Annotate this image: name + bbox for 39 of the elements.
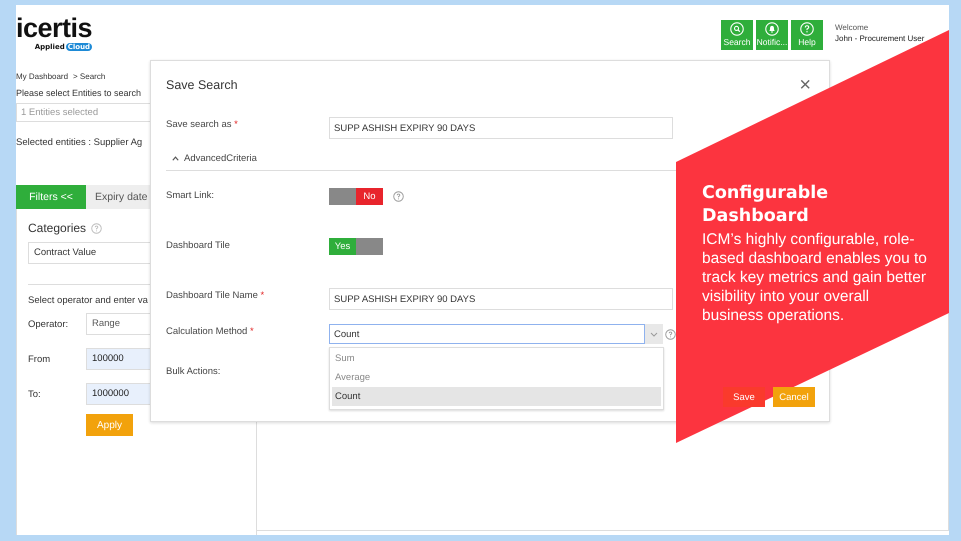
field-label: Dashboard Tile [166, 239, 231, 251]
selected-entities-text: Selected entities : Supplier Ag [16, 137, 144, 148]
breadcrumb-link[interactable]: My Dashboard [16, 72, 68, 81]
text-field[interactable]: SUPP ASHISH EXPIRY 90 DAYS [329, 288, 673, 310]
user-name[interactable]: John - Procurement User [835, 34, 923, 43]
field-label: Smart Link: [166, 189, 216, 201]
field-label: From [28, 354, 52, 364]
filter-tab[interactable]: Filters << [16, 185, 86, 209]
breadcrumb-link[interactable]: > Search [73, 72, 106, 81]
calculation-method-combobox[interactable]: Count [329, 324, 645, 344]
caret-icon [171, 154, 180, 163]
save-button[interactable]: Save [723, 387, 765, 407]
banner-text: ICM’s highly configurable, role-based dashboard enables you to track key metrics and gain better visibility into your overall business operations. [702, 230, 928, 325]
field-label: Operator: [28, 318, 70, 330]
help-icon[interactable] [91, 222, 102, 234]
dialog-title: Save Search [166, 78, 238, 92]
dropdown-option[interactable]: Average [332, 368, 661, 387]
entity-prompt: Please select Entities to search [16, 88, 142, 98]
notifications-button[interactable]: Notific... [756, 20, 788, 50]
search-button[interactable]: Search [721, 20, 753, 50]
categories-heading: Categories [28, 221, 86, 235]
welcome-text: Welcome [835, 23, 870, 32]
help-icon [800, 22, 814, 36]
dropdown-option[interactable]: Count [332, 387, 661, 406]
dropdown-button[interactable] [645, 324, 663, 344]
advanced-criteria-toggle[interactable]: AdvancedCriteria [171, 153, 257, 164]
field-label: To: [28, 388, 42, 400]
help-button[interactable]: Help [791, 20, 823, 50]
search-icon [730, 22, 744, 36]
close-button[interactable]: × [795, 74, 815, 96]
text-field[interactable]: SUPP ASHISH EXPIRY 90 DAYS [329, 117, 673, 139]
banner-title: Configurable Dashboard [702, 182, 830, 228]
help-icon[interactable] [393, 191, 404, 202]
field-label: Bulk Actions: [166, 365, 222, 377]
help-icon[interactable] [665, 328, 676, 340]
dropdown-option[interactable]: Sum [332, 349, 661, 368]
bell-icon [765, 22, 779, 36]
field-label: Calculation Method * [166, 325, 255, 337]
logo: icertis [16, 13, 92, 43]
